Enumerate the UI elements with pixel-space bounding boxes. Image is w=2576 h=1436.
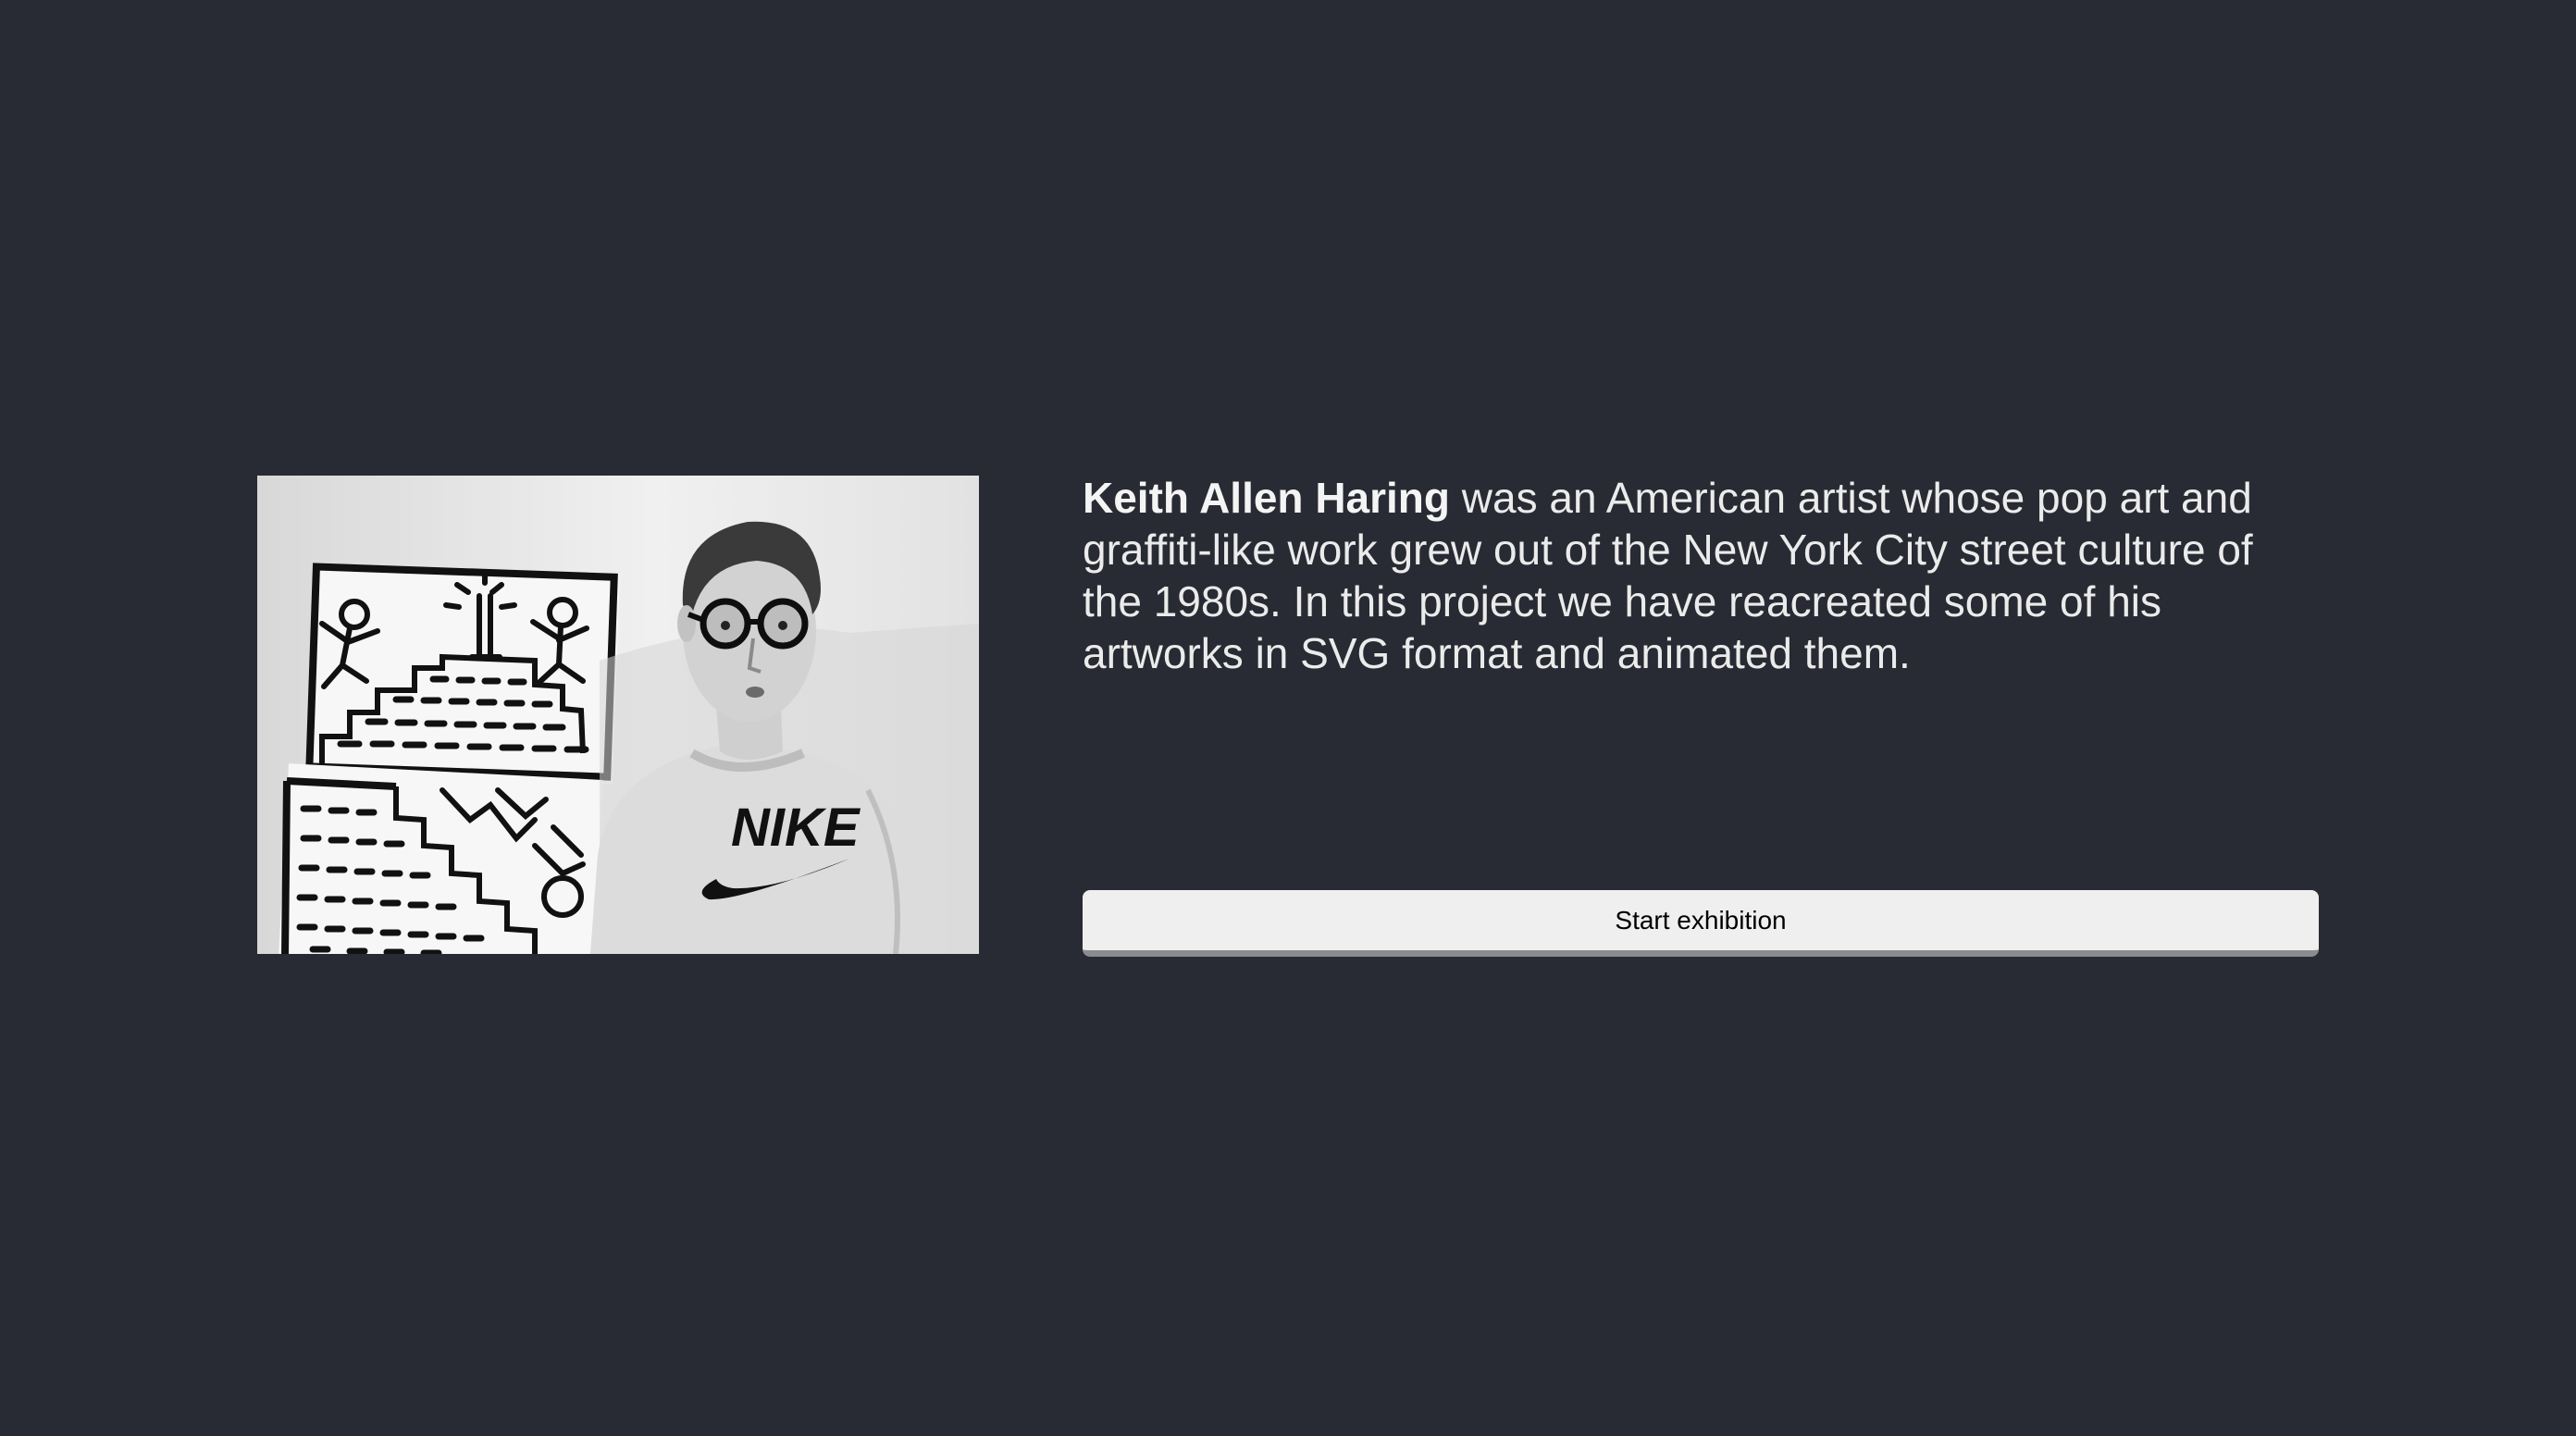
start-exhibition-button[interactable]: Start exhibition: [1083, 890, 2319, 957]
intro-text: Keith Allen Haring was an American artis…: [1083, 472, 2304, 679]
shirt-logo-text: NIKE: [731, 798, 861, 858]
portrait-photo-illustration: NIKE: [257, 476, 979, 954]
artist-photo: NIKE: [257, 476, 979, 954]
drawing-panel-bottom: [278, 763, 603, 954]
drawing-panel-top: [305, 563, 620, 785]
artist-name: Keith Allen Haring: [1083, 474, 1450, 522]
